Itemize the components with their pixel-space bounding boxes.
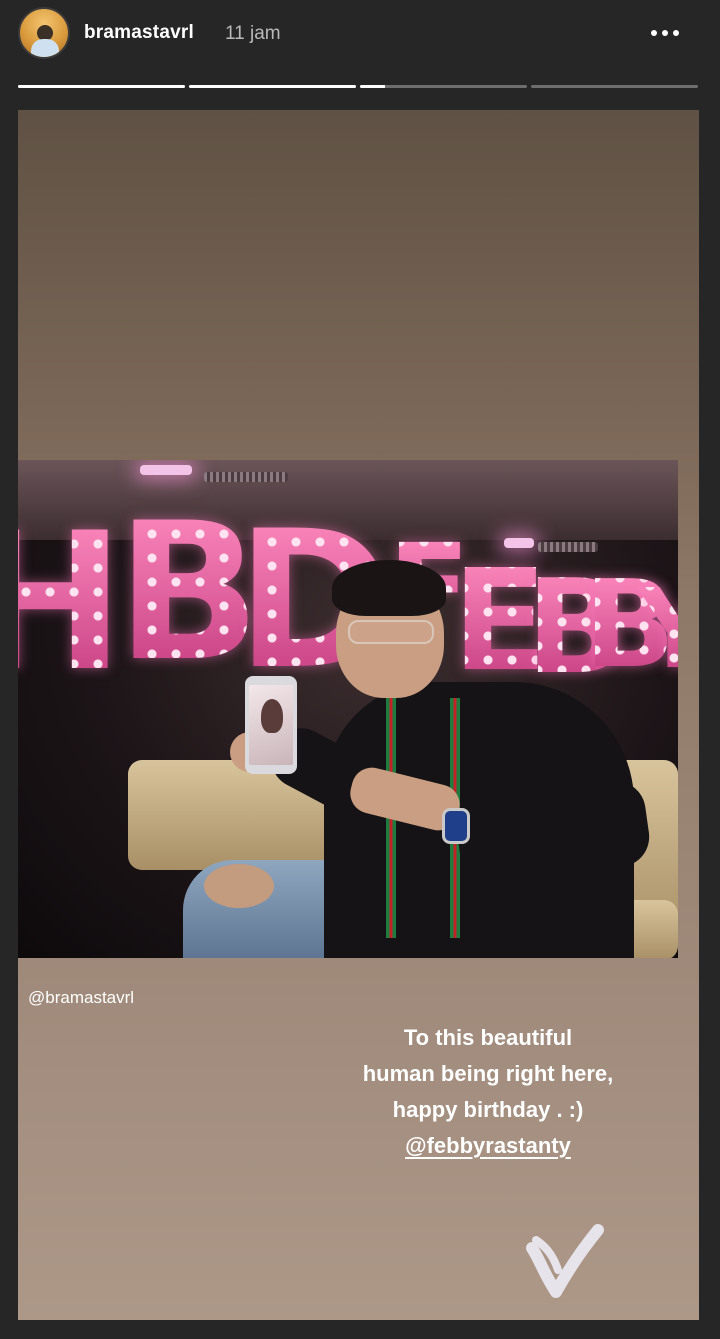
ceiling-light	[140, 465, 192, 475]
progress-segment	[189, 85, 356, 88]
story-progress-bar	[18, 85, 698, 89]
man-hair	[332, 560, 446, 616]
knee	[204, 864, 274, 908]
story-photo: H B D F E B B Y	[18, 460, 678, 958]
phone-screen	[249, 685, 293, 765]
caption-line: happy birthday . :)	[392, 1097, 584, 1122]
air-vent	[204, 472, 288, 482]
more-horizontal-icon	[662, 30, 668, 36]
mention-tag[interactable]: @bramastavrl	[28, 988, 134, 1008]
story-viewer: bramastavrl 11 jam H B D F	[0, 0, 720, 1339]
caption-line: To this beautiful	[403, 1025, 573, 1050]
more-horizontal-icon	[673, 30, 679, 36]
progress-segment-current	[360, 85, 527, 88]
check-doodle-icon	[526, 1224, 604, 1298]
held-phone	[245, 676, 297, 774]
story-content[interactable]: H B D F E B B Y	[18, 110, 699, 1320]
progress-segment	[18, 85, 185, 88]
username[interactable]: bramastavrl	[84, 22, 194, 44]
more-options-button[interactable]	[640, 18, 690, 48]
wristwatch	[442, 808, 470, 844]
caption-line: human being right here,	[362, 1061, 614, 1086]
balloon-letter: H	[18, 508, 126, 698]
glasses	[348, 620, 434, 644]
balloon-letter: Y	[638, 574, 678, 684]
avatar[interactable]	[18, 7, 70, 59]
progress-segment	[531, 85, 698, 88]
caption-mention[interactable]: @febbyrastanty	[405, 1128, 571, 1164]
story-header: bramastavrl 11 jam	[0, 0, 720, 70]
story-caption: To this beautiful human being right here…	[318, 1020, 658, 1164]
more-horizontal-icon	[651, 30, 657, 36]
avatar-body	[31, 39, 59, 57]
post-time: 11 jam	[225, 23, 281, 44]
